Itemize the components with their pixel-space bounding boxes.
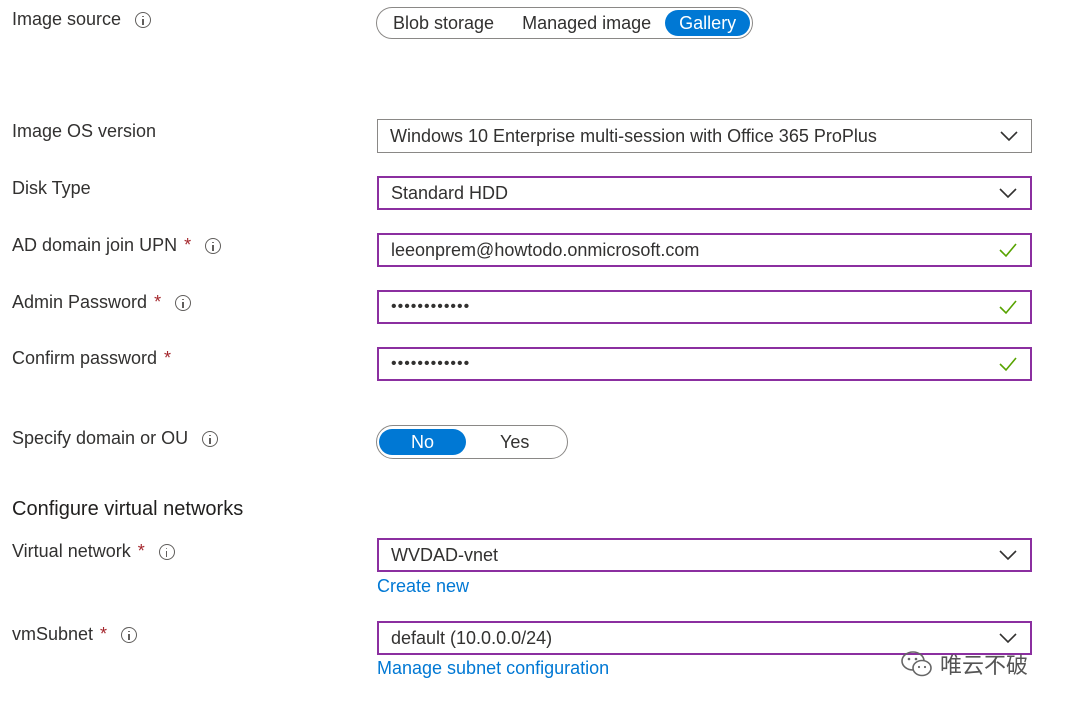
disk-type-value: Standard HDD — [391, 182, 509, 203]
os-version-value: Windows 10 Enterprise multi-session with… — [390, 125, 877, 146]
chevron-down-icon — [999, 633, 1017, 644]
checkmark-icon — [999, 300, 1017, 315]
disk-type-dropdown[interactable]: Standard HDD — [377, 176, 1032, 210]
option-no[interactable]: No — [379, 429, 467, 455]
create-new-link[interactable]: Create new — [377, 576, 469, 597]
admin-password-value: •••••••••••• — [391, 298, 471, 315]
watermark-text: 唯云不破 — [940, 653, 1029, 678]
chevron-down-icon — [999, 188, 1017, 199]
domain-ou-toggle[interactable]: No Yes — [376, 425, 568, 459]
wechat-icon — [901, 651, 932, 677]
required-asterisk: * — [137, 541, 145, 561]
virtual-network-value: WVDAD-vnet — [391, 544, 499, 565]
ad-upn-value: leeonprem@howtodo.onmicrosoft.com — [391, 239, 700, 260]
image-source-toggle[interactable]: Blob storage Managed image Gallery — [376, 7, 754, 39]
chevron-down-icon — [1000, 131, 1018, 142]
info-icon[interactable] — [202, 430, 219, 447]
domain-ou-label: Specify domain or OU — [12, 428, 219, 449]
ad-upn-label: AD domain join UPN * — [12, 235, 222, 256]
option-yes[interactable]: Yes — [466, 429, 549, 455]
confirm-password-value: •••••••••••• — [391, 355, 471, 372]
virtual-network-dropdown[interactable]: WVDAD-vnet — [377, 538, 1032, 572]
confirm-password-input[interactable]: •••••••••••• — [377, 347, 1032, 381]
disk-type-label: Disk Type — [12, 178, 91, 198]
admin-password-input[interactable]: •••••••••••• — [377, 290, 1032, 324]
vnet-section-title: Configure virtual networks — [12, 498, 244, 520]
checkmark-icon — [999, 357, 1017, 372]
manage-subnet-link[interactable]: Manage subnet configuration — [377, 658, 609, 679]
confirm-password-label: Confirm password * — [12, 348, 172, 368]
info-icon[interactable] — [121, 626, 138, 643]
required-asterisk: * — [184, 235, 192, 255]
vm-subnet-label: vmSubnet * — [12, 624, 138, 645]
required-asterisk: * — [164, 348, 172, 368]
info-icon[interactable] — [205, 237, 222, 254]
checkmark-icon — [999, 243, 1017, 258]
os-version-label: Image OS version — [12, 121, 157, 141]
option-blob-storage[interactable]: Blob storage — [379, 10, 508, 36]
chevron-down-icon — [999, 550, 1017, 561]
info-icon[interactable] — [135, 11, 152, 28]
virtual-network-label: Virtual network * — [12, 541, 175, 562]
info-icon[interactable] — [175, 294, 192, 311]
required-asterisk: * — [154, 292, 162, 312]
admin-password-label: Admin Password * — [12, 292, 192, 313]
option-gallery[interactable]: Gallery — [665, 10, 751, 36]
info-icon[interactable] — [158, 543, 175, 560]
image-source-label: Image source — [12, 9, 152, 30]
ad-upn-input[interactable]: leeonprem@howtodo.onmicrosoft.com — [377, 233, 1032, 267]
required-asterisk: * — [100, 624, 108, 644]
option-managed-image[interactable]: Managed image — [508, 10, 665, 36]
os-version-dropdown[interactable]: Windows 10 Enterprise multi-session with… — [377, 119, 1032, 153]
vm-subnet-value: default (10.0.0.0/24) — [391, 627, 553, 648]
watermark: 唯云不破 — [900, 648, 1028, 680]
